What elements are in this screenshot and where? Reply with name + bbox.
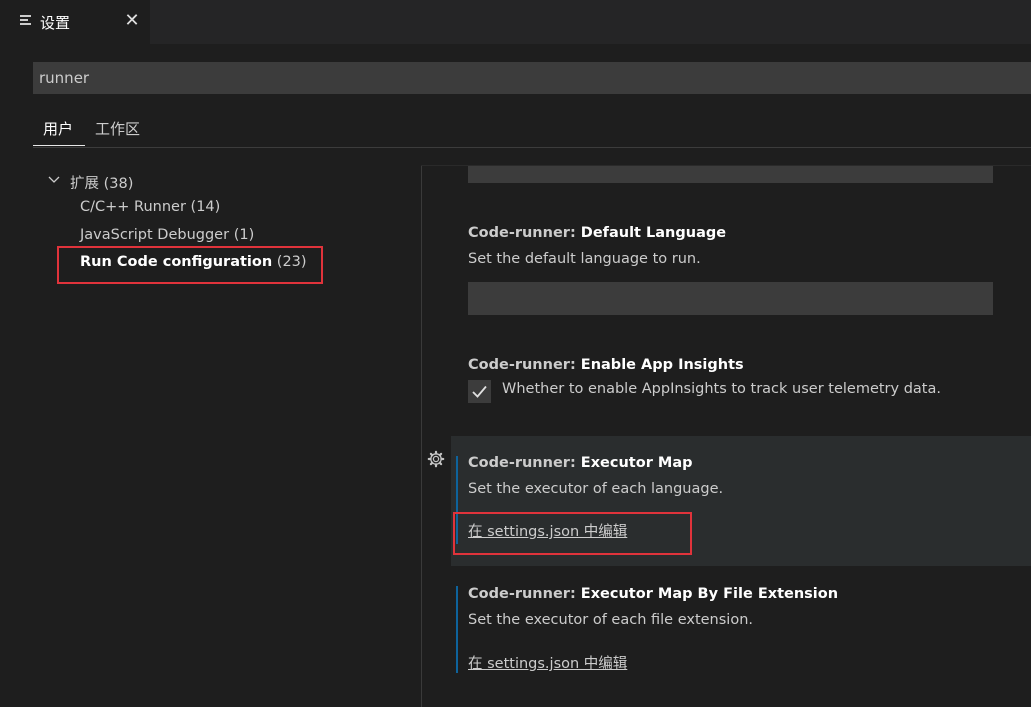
setting-title-executor-map-by-file-extension: Code-runner: Executor Map By File Extens… (468, 586, 838, 602)
toc-extensions[interactable]: 扩展 (38) (70, 172, 133, 193)
default-language-input[interactable] (468, 282, 993, 315)
toc-item-label: C/C++ Runner (80, 199, 186, 215)
toc-item-count: (14) (190, 199, 221, 215)
setting-category: Code-runner: (468, 357, 581, 373)
toc-item-cpp-runner[interactable]: C/C++ Runner (14) (80, 199, 220, 215)
setting-title-default-language: Code-runner: Default Language (468, 225, 726, 241)
setting-category: Code-runner: (468, 455, 581, 471)
enable-app-insights-checkbox[interactable] (468, 380, 491, 403)
toc-extensions-count: (38) (103, 176, 134, 192)
setting-name: Default Language (580, 225, 727, 241)
setting-name: Executor Map (580, 455, 693, 471)
checkmark-icon (472, 385, 487, 398)
gear-icon[interactable] (427, 450, 445, 468)
setting-description: Set the default language to run. (468, 251, 701, 267)
tab-title: 设置 (40, 14, 71, 32)
highlight-box (57, 246, 323, 284)
settings-list-icon (20, 15, 33, 27)
setting-name: Enable App Insights (580, 357, 744, 373)
close-icon[interactable]: ✕ (122, 10, 142, 32)
setting-title-enable-app-insights: Code-runner: Enable App Insights (468, 357, 744, 373)
setting-description: Whether to enable AppInsights to track u… (502, 381, 941, 397)
toc-item-js-debugger[interactable]: JavaScript Debugger (1) (80, 227, 254, 243)
toc-item-label: JavaScript Debugger (80, 227, 230, 243)
toc-extensions-label: 扩展 (70, 176, 99, 192)
setting-description: Set the executor of each file extension. (468, 612, 753, 628)
settings-tab[interactable]: 设置 ✕ (0, 0, 150, 44)
scope-tabs: 用户 工作区 (33, 110, 1031, 148)
setting-category: Code-runner: (468, 225, 581, 241)
toc-item-count: (1) (233, 227, 255, 243)
edit-in-settings-json-link[interactable]: 在 settings.json 中编辑 (468, 652, 627, 673)
tab-workspace[interactable]: 工作区 (95, 118, 140, 139)
settings-toc: 扩展 (38) C/C++ Runner (14) JavaScript Deb… (0, 165, 420, 705)
setting-title-executor-map: Code-runner: Executor Map (468, 455, 693, 471)
setting-name: Executor Map By File Extension (580, 586, 839, 602)
highlight-box (453, 512, 692, 555)
settings-search-input[interactable]: runner (33, 62, 1031, 94)
pane-divider[interactable] (421, 165, 422, 707)
previous-setting-input[interactable] (468, 166, 993, 183)
modified-indicator (456, 586, 458, 673)
setting-category: Code-runner: (468, 586, 581, 602)
tab-user[interactable]: 用户 (43, 118, 73, 139)
setting-description: Set the executor of each language. (468, 481, 724, 497)
chevron-down-icon[interactable] (47, 173, 61, 187)
editor-tab-bar: 设置 ✕ (0, 0, 1031, 44)
active-tab-indicator (33, 145, 85, 146)
